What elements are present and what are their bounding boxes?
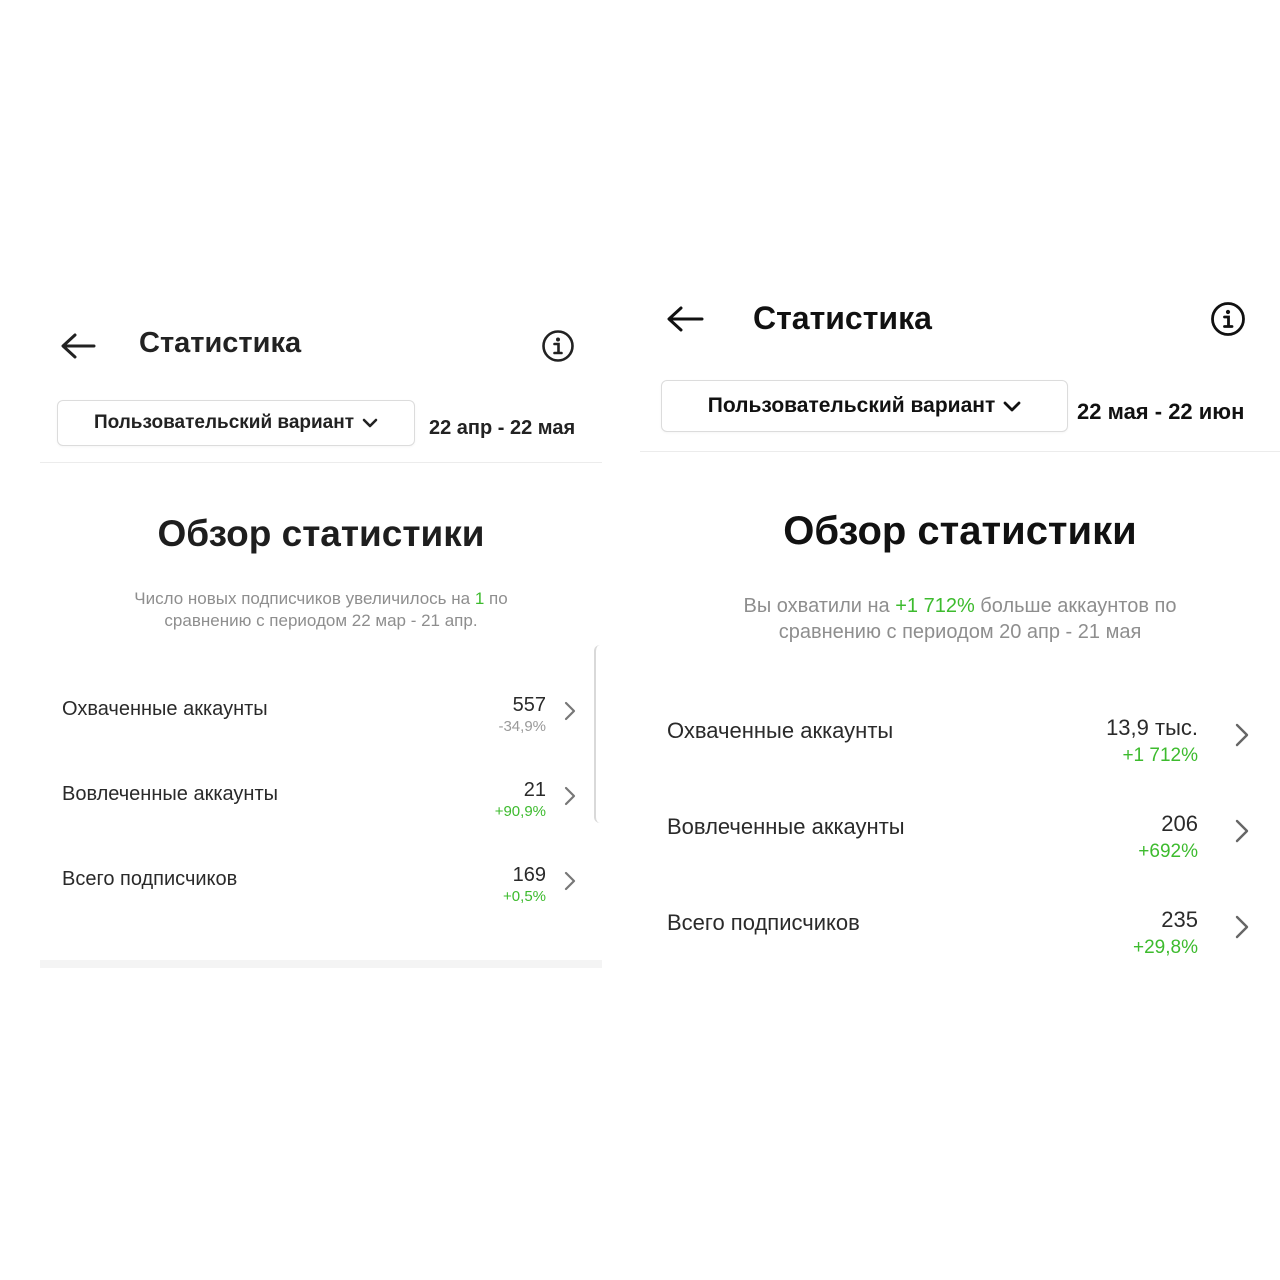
metric-value: 21 <box>523 779 546 801</box>
metric-value: 169 <box>512 864 546 886</box>
chevron-right-icon <box>1234 722 1250 753</box>
metric-value: 235 <box>1161 907 1198 932</box>
chevron-down-icon <box>362 412 378 434</box>
metric-row-total-followers[interactable]: Всего подписчиков 235 +29,8% <box>667 907 1250 968</box>
metric-row-reached-accounts[interactable]: Охваченные аккаунты 557 -34,9% <box>62 694 582 748</box>
metric-change: +0,5% <box>503 888 546 905</box>
chevron-right-icon <box>563 870 577 897</box>
overview-summary: Вы охватили на +1 712% больше аккаунтов … <box>640 593 1280 645</box>
metric-change: +1 712% <box>1122 745 1198 766</box>
metric-change: +29,8% <box>1133 937 1198 958</box>
date-range-label: Пользовательский вариант <box>707 394 996 417</box>
summary-text: Число новых подписчиков увеличилось на <box>134 589 475 608</box>
chevron-right-icon <box>1234 818 1250 849</box>
metric-label: Охваченные аккаунты <box>667 718 894 743</box>
metric-change: +692% <box>1138 841 1198 862</box>
chevron-right-icon <box>563 700 577 727</box>
metric-value: 557 <box>512 694 546 716</box>
section-divider <box>40 960 602 968</box>
metric-label: Вовлеченные аккаунты <box>667 814 905 839</box>
info-icon[interactable] <box>1210 301 1246 342</box>
date-range-dropdown[interactable]: Пользовательский вариант <box>661 380 1068 432</box>
metric-label: Всего подписчиков <box>62 868 238 890</box>
metric-row-reached-accounts[interactable]: Охваченные аккаунты 13,9 тыс. +1 712% <box>667 715 1250 776</box>
overview-summary: Число новых подписчиков увеличилось на 1… <box>40 588 602 632</box>
metric-label: Всего подписчиков <box>667 910 860 935</box>
summary-text: Вы охватили на <box>743 595 896 617</box>
metric-change: -34,9% <box>498 718 546 735</box>
back-arrow-icon[interactable] <box>60 332 96 365</box>
metric-value: 206 <box>1161 811 1198 836</box>
date-range-text: 22 мая - 22 июн <box>1077 399 1245 424</box>
right-screenshot-panel: Статистика Пользовательский вариант 22 м… <box>640 285 1280 1005</box>
metric-change: +90,9% <box>494 803 546 820</box>
scroll-edge <box>594 645 602 823</box>
summary-highlight: +1 712% <box>895 595 975 617</box>
overview-title: Обзор статистики <box>157 513 485 554</box>
info-icon[interactable] <box>541 329 575 368</box>
date-range-text: 22 апр - 22 мая <box>429 417 576 439</box>
left-screenshot-panel: Статистика Пользовательский вариант 22 а… <box>40 305 602 970</box>
metric-value: 13,9 тыс. <box>1106 715 1198 740</box>
chevron-right-icon <box>1234 914 1250 945</box>
date-range-label: Пользовательский вариант <box>93 412 355 433</box>
divider <box>40 462 602 463</box>
page-title: Статистика <box>753 300 932 336</box>
summary-highlight: 1 <box>474 589 485 608</box>
metric-row-total-followers[interactable]: Всего подписчиков 169 +0,5% <box>62 864 582 918</box>
overview-title: Обзор статистики <box>783 509 1137 553</box>
date-range-dropdown[interactable]: Пользовательский вариант <box>57 400 415 446</box>
metric-row-engaged-accounts[interactable]: Вовлеченные аккаунты 21 +90,9% <box>62 779 582 833</box>
page-title: Статистика <box>139 327 302 359</box>
metric-label: Вовлеченные аккаунты <box>62 783 278 805</box>
chevron-right-icon <box>563 785 577 812</box>
divider <box>640 451 1280 452</box>
metric-label: Охваченные аккаунты <box>62 698 268 720</box>
metric-row-engaged-accounts[interactable]: Вовлеченные аккаунты 206 +692% <box>667 811 1250 872</box>
chevron-down-icon <box>1003 394 1021 418</box>
back-arrow-icon[interactable] <box>666 305 704 338</box>
